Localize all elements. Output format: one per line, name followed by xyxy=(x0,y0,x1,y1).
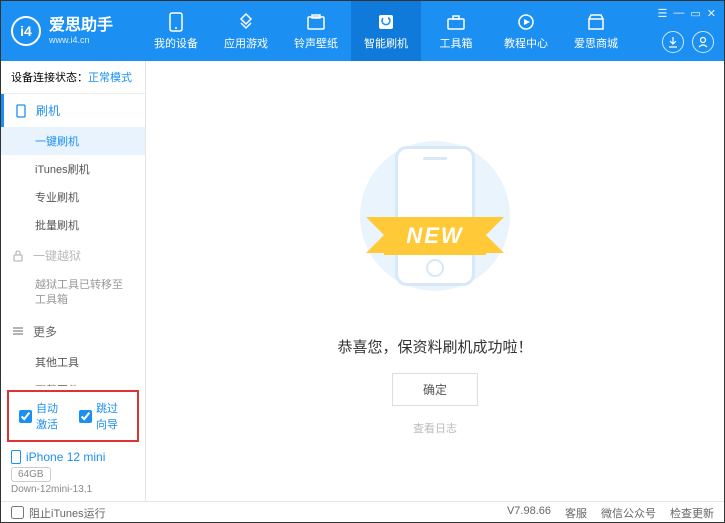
nav-toolbox[interactable]: 工具箱 xyxy=(421,1,491,61)
connection-status: 设备连接状态：正常模式 xyxy=(1,61,145,94)
more-icon xyxy=(11,324,25,338)
nav-flash[interactable]: 智能刷机 xyxy=(351,1,421,61)
success-illustration: NEW xyxy=(325,126,545,306)
device-name: iPhone 12 mini xyxy=(11,450,135,464)
header-actions xyxy=(662,31,714,53)
sidebar: 设备连接状态：正常模式 刷机 一键刷机 iTunes刷机 专业刷机 批量刷机 一… xyxy=(1,61,146,501)
flash-icon xyxy=(376,12,396,32)
device-model: Down-12mini-13,1 xyxy=(11,484,135,495)
sidebar-item-oneclick[interactable]: 一键刷机 xyxy=(1,127,145,155)
footer-update[interactable]: 检查更新 xyxy=(670,505,714,521)
sidebar-item-pro[interactable]: 专业刷机 xyxy=(1,183,145,211)
lock-icon xyxy=(11,249,25,263)
device-info[interactable]: iPhone 12 mini 64GB Down-12mini-13,1 xyxy=(1,444,145,501)
store-icon xyxy=(586,12,606,32)
sidebar-item-download-fw[interactable]: 下载固件 xyxy=(1,376,145,386)
user-button[interactable] xyxy=(692,31,714,53)
section-more[interactable]: 更多 xyxy=(1,315,145,348)
app-url: www.i4.cn xyxy=(49,35,113,45)
sidebar-item-batch[interactable]: 批量刷机 xyxy=(1,211,145,239)
phone-icon xyxy=(166,12,186,32)
version-label: V7.98.66 xyxy=(507,505,551,521)
close-icon[interactable]: ✕ xyxy=(707,7,716,20)
nav-media[interactable]: 铃声壁纸 xyxy=(281,1,351,61)
new-ribbon: NEW xyxy=(384,217,485,255)
block-itunes-checkbox[interactable]: 阻止iTunes运行 xyxy=(11,505,106,521)
nav-store[interactable]: 爱思商城 xyxy=(561,1,631,61)
view-log-link[interactable]: 查看日志 xyxy=(413,420,457,436)
menu-icon[interactable]: ☰ xyxy=(658,7,668,20)
options-highlight: 自动激活 跳过向导 xyxy=(7,390,139,442)
sidebar-item-itunes[interactable]: iTunes刷机 xyxy=(1,155,145,183)
footer-wechat[interactable]: 微信公众号 xyxy=(601,505,656,521)
checkbox-skip-guide[interactable]: 跳过向导 xyxy=(79,400,127,432)
tutorial-icon xyxy=(516,12,536,32)
minimize-icon[interactable]: — xyxy=(673,7,684,20)
section-flash[interactable]: 刷机 xyxy=(1,94,145,127)
phone-small-icon xyxy=(14,104,28,118)
maximize-icon[interactable]: ▭ xyxy=(690,7,700,20)
download-button[interactable] xyxy=(662,31,684,53)
media-icon xyxy=(306,12,326,32)
main-nav: 我的设备 应用游戏 铃声壁纸 智能刷机 工具箱 教程中心 爱思商城 xyxy=(141,1,631,61)
logo-icon: i4 xyxy=(11,16,41,46)
app-name: 爱思助手 xyxy=(49,17,113,35)
logo-area: i4 爱思助手 www.i4.cn xyxy=(11,16,141,46)
apps-icon xyxy=(236,12,256,32)
nav-my-device[interactable]: 我的设备 xyxy=(141,1,211,61)
app-header: i4 爱思助手 www.i4.cn 我的设备 应用游戏 铃声壁纸 智能刷机 工具… xyxy=(1,1,724,61)
footer-support[interactable]: 客服 xyxy=(565,505,587,521)
confirm-button[interactable]: 确定 xyxy=(392,373,478,406)
main-content: NEW 恭喜您，保资料刷机成功啦！ 确定 查看日志 xyxy=(146,61,724,501)
sidebar-item-other-tools[interactable]: 其他工具 xyxy=(1,348,145,376)
footer: 阻止iTunes运行 V7.98.66 客服 微信公众号 检查更新 xyxy=(1,501,724,523)
nav-apps[interactable]: 应用游戏 xyxy=(211,1,281,61)
window-controls: ☰ — ▭ ✕ xyxy=(658,7,717,20)
toolbox-icon xyxy=(446,12,466,32)
success-message: 恭喜您，保资料刷机成功啦！ xyxy=(337,336,532,357)
nav-tutorial[interactable]: 教程中心 xyxy=(491,1,561,61)
jailbreak-note: 越狱工具已转移至 工具箱 xyxy=(1,272,145,315)
checkbox-auto-activate[interactable]: 自动激活 xyxy=(19,400,67,432)
section-jailbreak[interactable]: 一键越狱 xyxy=(1,239,145,272)
storage-badge: 64GB xyxy=(11,467,51,482)
